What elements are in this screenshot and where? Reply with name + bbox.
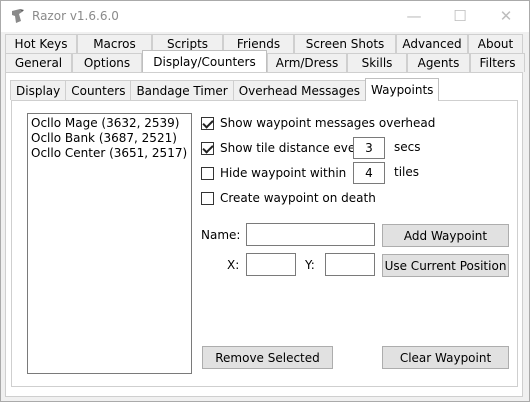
add-waypoint-button[interactable]: Add Waypoint	[382, 224, 509, 247]
subtab-bandage-timer[interactable]: Bandage Timer	[130, 80, 234, 100]
x-input[interactable]	[246, 253, 296, 276]
tab-display-counters[interactable]: Display/Counters	[142, 50, 267, 72]
name-input[interactable]	[246, 223, 375, 246]
show-distance-checkbox[interactable]	[201, 141, 214, 155]
razor-app-icon	[12, 9, 24, 23]
hide-distance-input[interactable]: 4	[353, 162, 385, 184]
hide-within-checkbox[interactable]	[201, 166, 214, 180]
subtab-row: Display Counters Bandage Timer Overhead …	[10, 78, 440, 101]
tiles-label: tiles	[394, 165, 420, 179]
subtab-counters[interactable]: Counters	[65, 80, 132, 100]
hide-within-label: Hide waypoint within	[220, 166, 347, 180]
show-messages-checkbox[interactable]	[201, 116, 214, 130]
create-on-death-option[interactable]: Create waypoint on death	[201, 191, 376, 205]
tab-options[interactable]: Options	[72, 53, 142, 72]
tab-agents[interactable]: Agents	[407, 53, 470, 72]
tab-skills[interactable]: Skills	[347, 53, 407, 72]
y-input[interactable]	[325, 253, 375, 276]
show-distance-option[interactable]: Show tile distance every	[201, 141, 367, 155]
tab-filters[interactable]: Filters	[470, 53, 525, 72]
subtab-overhead-messages[interactable]: Overhead Messages	[232, 80, 367, 100]
show-distance-label: Show tile distance every	[220, 141, 368, 155]
secs-label: secs	[394, 140, 421, 154]
tab-arm-dress[interactable]: Arm/Dress	[267, 53, 347, 72]
tab-row-bottom: General Options Display/Counters Arm/Dre…	[5, 50, 525, 72]
subtab-display[interactable]: Display	[10, 80, 67, 100]
tab-advanced[interactable]: Advanced	[396, 34, 468, 53]
show-messages-option[interactable]: Show waypoint messages overhead	[201, 116, 435, 130]
maximize-icon[interactable]: ☐	[437, 1, 483, 31]
remove-selected-button[interactable]: Remove Selected	[202, 346, 333, 369]
distance-interval-input[interactable]: 3	[353, 137, 385, 159]
tab-about[interactable]: About	[468, 34, 523, 53]
close-icon[interactable]: ✕	[483, 1, 529, 31]
tab-hot-keys[interactable]: Hot Keys	[5, 34, 77, 53]
x-label: X:	[227, 258, 240, 272]
title-bar[interactable]: Razor v1.6.6.0 — ☐ ✕	[1, 1, 529, 32]
use-current-position-button[interactable]: Use Current Position	[382, 254, 509, 277]
y-label: Y:	[305, 258, 315, 272]
tab-macros[interactable]: Macros	[77, 34, 152, 53]
show-messages-label: Show waypoint messages overhead	[220, 116, 436, 130]
tab-general[interactable]: General	[5, 53, 72, 72]
waypoint-list[interactable]: Ocllo Mage (3632, 2539) Ocllo Bank (3687…	[27, 113, 192, 374]
list-item[interactable]: Ocllo Center (3651, 2517)	[31, 146, 188, 161]
window-title: Razor v1.6.6.0	[32, 9, 119, 23]
clear-waypoint-button[interactable]: Clear Waypoint	[382, 346, 509, 369]
hide-within-option[interactable]: Hide waypoint within	[201, 166, 346, 180]
subtab-waypoints[interactable]: Waypoints	[365, 78, 440, 101]
name-label: Name:	[201, 228, 241, 242]
list-item[interactable]: Ocllo Mage (3632, 2539)	[31, 116, 188, 131]
create-on-death-label: Create waypoint on death	[220, 191, 376, 205]
minimize-icon[interactable]: —	[391, 1, 437, 31]
list-item[interactable]: Ocllo Bank (3687, 2521)	[31, 131, 188, 146]
tab-screen-shots[interactable]: Screen Shots	[294, 34, 396, 53]
create-on-death-checkbox[interactable]	[201, 191, 214, 205]
